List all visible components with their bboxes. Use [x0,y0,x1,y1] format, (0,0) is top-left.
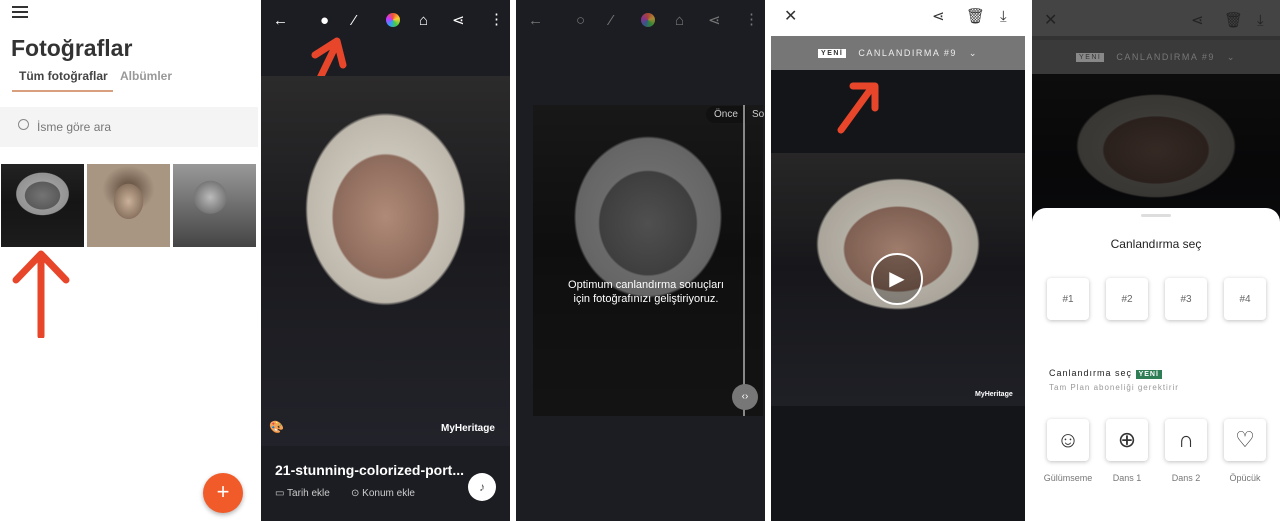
colorize-icon[interactable] [641,13,655,27]
search-input[interactable]: İsme göre ara [0,107,258,147]
photo-viewer-screen: ← ● ⁄ ⌂ ⋖ ⋮ 🎨 MyHeritage 21-stunning-col… [261,0,510,521]
effect-label: Dans 2 [1171,473,1201,483]
close-icon[interactable]: ✕ [1044,13,1057,29]
close-icon[interactable]: ✕ [784,9,797,25]
animation-option-1[interactable]: #1 [1047,278,1089,320]
magic-wand-icon[interactable]: ⁄ [610,13,613,28]
animation-option-4[interactable]: #4 [1224,278,1266,320]
sheet-title: Canlandırma seç [1110,237,1202,251]
chevron-down-icon: ⌄ [968,47,978,58]
headphones-icon: ∩ [1178,427,1194,452]
tab-indicator [12,90,113,92]
more-options-icon[interactable]: ⋮ [744,12,759,27]
animation-screen: ✕ ⋖ 🗑 ⤓ YENİ CANLANDIRMA #9 ⌄ ▶ MyHerita… [771,0,1025,521]
enhance-icon[interactable]: ● [320,13,329,28]
page-title: Fotoğraflar [11,35,133,61]
effect-label: Dans 1 [1112,473,1142,483]
section-subtitle: Tam Plan aboneliği gerektirir [1049,383,1179,392]
delete-icon[interactable]: 🗑 [966,9,985,24]
photo-title: 21-stunning-colorized-port... [275,462,464,478]
share-icon[interactable]: ⋖ [708,13,721,28]
tab-albums[interactable]: Albümler [120,69,172,83]
chevron-down-icon: ⌄ [1226,51,1236,62]
effect-smile[interactable]: ☺ [1047,419,1089,461]
more-options-icon[interactable]: ⋮ [489,12,504,27]
enhancing-screen: ← ○ ⁄ ⌂ ⋖ ⋮ Önce So ‹› Optimum canlandır… [516,0,765,521]
photo-thumbnail[interactable] [87,164,170,247]
disco-ball-icon: ⊕ [1117,427,1137,452]
search-icon [18,119,29,130]
animation-selector[interactable]: YENİ CANLANDIRMA #9 ⌄ [771,36,1025,70]
enhance-icon[interactable]: ○ [576,13,585,28]
enhancing-message: Optimum canlandırma sonuçları için fotoğ… [568,279,724,305]
effect-kiss[interactable]: ♡ [1224,419,1266,461]
effect-dance-1[interactable]: ⊕ [1106,419,1148,461]
play-button[interactable]: ▶ [871,253,923,305]
annotation-arrow [837,82,879,134]
share-icon[interactable]: ⋖ [932,9,945,24]
new-badge: YENİ [818,48,847,58]
back-arrow-icon[interactable]: ← [528,13,543,28]
photo-thumbnail[interactable] [173,164,256,247]
magic-wand-icon[interactable]: ⁄ [353,13,356,28]
new-badge: YENİ [1135,370,1162,379]
play-icon: ▶ [889,268,905,290]
palette-icon: 🎨 [269,420,284,434]
colorized-photo[interactable] [261,76,510,446]
drag-handle[interactable] [1141,214,1171,217]
watermark: MyHeritage [441,423,495,434]
comparison-divider[interactable] [743,105,745,416]
annotation-arrow [12,250,70,338]
section-header: Canlandırma seç YENİ [1049,368,1162,379]
before-label: Önce [706,106,746,123]
bottom-sheet: Canlandırma seç #1 #2 #3 #4 Canlandırma … [1032,208,1280,521]
back-arrow-icon[interactable]: ← [273,13,288,28]
menu-icon[interactable] [12,6,28,18]
add-date-button[interactable]: ▭ Tarih ekle [275,488,330,499]
animation-title: CANLANDIRMA #9 [1116,52,1215,62]
share-icon[interactable]: ⋖ [452,13,465,28]
tag-icon[interactable]: ⌂ [675,13,684,28]
effect-label: Gülümseme [1043,473,1093,483]
comparison-handle[interactable]: ‹› [732,384,758,410]
share-icon[interactable]: ⋖ [1191,13,1204,28]
animation-option-2[interactable]: #2 [1106,278,1148,320]
after-label: So [752,109,765,120]
add-location-button[interactable]: ⊙ Konum ekle [351,488,415,499]
download-icon[interactable]: ⤓ [1000,9,1007,24]
effect-label: Öpücük [1229,473,1261,483]
new-badge: YENİ [1076,52,1105,62]
microphone-button[interactable]: ♪ [468,473,496,501]
gallery-screen: Fotoğraflar Tüm fotoğraflar Albümler İsm… [0,0,258,521]
kiss-icon: ♡ [1235,427,1255,452]
animation-option-3[interactable]: #3 [1165,278,1207,320]
photo-thumbnail[interactable] [1,164,84,247]
download-icon[interactable]: ⤓ [1257,13,1264,28]
add-photo-button[interactable]: + [203,473,243,513]
photo-before-after[interactable] [533,105,763,416]
location-pin-icon: ⊙ [351,488,363,499]
microphone-icon: ♪ [479,480,485,494]
delete-icon[interactable]: 🗑 [1224,13,1243,28]
animation-title: CANLANDIRMA #9 [858,48,957,58]
effect-dance-2[interactable]: ∩ [1165,419,1207,461]
animation-selector: YENİ CANLANDIRMA #9 ⌄ [1032,40,1280,74]
colorize-icon[interactable] [386,13,400,27]
smile-icon: ☺ [1056,427,1080,452]
search-placeholder: İsme göre ara [37,120,112,134]
watermark: MyHeritage [975,391,1013,398]
plus-icon: + [216,479,230,504]
calendar-icon: ▭ [275,488,288,499]
tag-icon[interactable]: ⌂ [419,13,428,28]
tab-all-photos[interactable]: Tüm fotoğraflar [19,69,108,83]
animation-picker-screen: ✕ ⋖ 🗑 ⤓ YENİ CANLANDIRMA #9 ⌄ Canlandırma… [1032,0,1280,521]
